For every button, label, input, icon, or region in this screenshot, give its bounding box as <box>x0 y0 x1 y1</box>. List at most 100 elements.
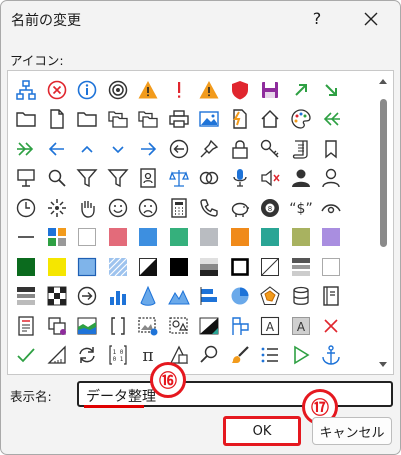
horizontal-bars-icon[interactable] <box>286 252 317 282</box>
gradient-bars-icon[interactable] <box>11 282 42 312</box>
black-square-icon[interactable] <box>164 252 195 282</box>
filter-icon[interactable] <box>103 164 134 194</box>
exclamation-icon[interactable] <box>164 75 195 105</box>
gray-square-icon[interactable] <box>194 223 225 253</box>
home-icon[interactable] <box>255 105 286 135</box>
ok-button[interactable]: OK <box>223 416 301 446</box>
printer-icon[interactable] <box>164 105 195 135</box>
sad-face-icon[interactable] <box>133 193 164 223</box>
document-icon[interactable] <box>42 105 73 135</box>
text-box-shaded-icon[interactable]: A <box>286 311 317 341</box>
list-card-icon[interactable] <box>11 311 42 341</box>
folder-icon[interactable] <box>72 105 103 135</box>
warning-icon[interactable] <box>133 75 164 105</box>
shield-icon[interactable] <box>225 75 256 105</box>
chevron-down-icon[interactable] <box>103 134 134 164</box>
mountains-icon[interactable] <box>164 282 195 312</box>
linked-squares-icon[interactable] <box>42 311 73 341</box>
circle-arrow-right-icon[interactable] <box>72 282 103 312</box>
contact-card-icon[interactable] <box>133 164 164 194</box>
microphone-icon[interactable] <box>225 164 256 194</box>
bold-outline-square-icon[interactable] <box>225 252 256 282</box>
filter-icon[interactable] <box>72 164 103 194</box>
pin-icon[interactable] <box>194 134 225 164</box>
person-icon[interactable] <box>316 164 347 194</box>
scroll-up-arrow-icon[interactable] <box>375 75 391 87</box>
hand-icon[interactable] <box>72 193 103 223</box>
yellow-square-icon[interactable] <box>42 252 73 282</box>
save-icon[interactable] <box>255 75 286 105</box>
purple-square-icon[interactable] <box>316 223 347 253</box>
help-button[interactable]: ? <box>307 8 327 30</box>
brush-icon[interactable] <box>225 341 256 371</box>
warning-icon[interactable] <box>194 75 225 105</box>
checker-icon[interactable] <box>42 282 73 312</box>
olive-square-icon[interactable] <box>286 223 317 253</box>
dark-green-square-icon[interactable] <box>11 252 42 282</box>
checkmark-icon[interactable] <box>11 341 42 371</box>
notebook-icon[interactable] <box>316 282 347 312</box>
cancel-button[interactable]: キャンセル <box>312 417 392 445</box>
empty-square-icon[interactable] <box>316 252 347 282</box>
radar-icon[interactable] <box>255 282 286 312</box>
target-icon[interactable] <box>103 75 134 105</box>
arrow-left-icon[interactable] <box>42 134 73 164</box>
folder-icon[interactable] <box>11 105 42 135</box>
gradient-square-icon[interactable] <box>194 252 225 282</box>
magnifier-icon[interactable] <box>194 341 225 371</box>
scale-icon[interactable] <box>164 164 195 194</box>
search-icon[interactable] <box>42 164 73 194</box>
anchor-icon[interactable] <box>316 341 347 371</box>
text-box-icon[interactable]: A <box>255 311 286 341</box>
phone-icon[interactable] <box>194 193 225 223</box>
list-icon[interactable] <box>255 341 286 371</box>
key-icon[interactable] <box>255 134 286 164</box>
folders-icon[interactable] <box>103 105 134 135</box>
circle-arrow-left-icon[interactable] <box>164 134 195 164</box>
double-arrow-left-icon[interactable] <box>316 105 347 135</box>
user-icon[interactable] <box>286 164 317 194</box>
chevron-up-icon[interactable] <box>72 134 103 164</box>
green-square-icon[interactable] <box>164 223 195 253</box>
picture-icon[interactable] <box>194 105 225 135</box>
pie-chart-icon[interactable] <box>225 282 256 312</box>
picture-frame-icon[interactable] <box>133 311 164 341</box>
scroll-down-arrow-icon[interactable] <box>375 359 391 371</box>
scroll-thumb[interactable] <box>380 99 387 247</box>
area-chart-icon[interactable] <box>72 311 103 341</box>
teal-square-icon[interactable] <box>255 223 286 253</box>
bookmark-icon[interactable] <box>316 134 347 164</box>
display-name-input[interactable]: データ整理 <box>77 381 393 407</box>
arrow-up-right-icon[interactable] <box>286 75 317 105</box>
shapes-icon[interactable] <box>164 311 195 341</box>
triangle-fill-icon[interactable] <box>194 311 225 341</box>
bar-layout-icon[interactable] <box>194 282 225 312</box>
diagonal-split-icon[interactable] <box>133 252 164 282</box>
minus-icon[interactable] <box>11 223 42 253</box>
bracket-icon[interactable] <box>103 311 134 341</box>
close-x-icon[interactable] <box>316 311 347 341</box>
ruler-icon[interactable] <box>42 341 73 371</box>
vertical-scrollbar[interactable] <box>375 73 391 372</box>
orange-square-icon[interactable] <box>225 223 256 253</box>
binary-icon[interactable]: 1 00 1 <box>103 341 134 371</box>
diagonal-line-square-icon[interactable] <box>255 252 286 282</box>
venn-icon[interactable] <box>194 164 225 194</box>
blank-square-icon[interactable] <box>72 223 103 253</box>
close-button[interactable] <box>358 6 384 32</box>
lock-icon[interactable] <box>225 134 256 164</box>
double-arrow-right-icon[interactable] <box>11 134 42 164</box>
database-icon[interactable] <box>286 282 317 312</box>
arrow-right-icon[interactable] <box>133 134 164 164</box>
palette-icon[interactable] <box>286 105 317 135</box>
piggy-bank-icon[interactable] <box>225 193 256 223</box>
hatched-square-icon[interactable] <box>103 252 134 282</box>
bar-chart-icon[interactable] <box>103 282 134 312</box>
folders-icon[interactable] <box>133 105 164 135</box>
pink-square-icon[interactable] <box>103 223 134 253</box>
sparkle-icon[interactable] <box>42 193 73 223</box>
play-icon[interactable] <box>286 341 317 371</box>
flags-icon[interactable] <box>225 311 256 341</box>
calculator-icon[interactable] <box>164 193 195 223</box>
presentation-icon[interactable] <box>11 164 42 194</box>
